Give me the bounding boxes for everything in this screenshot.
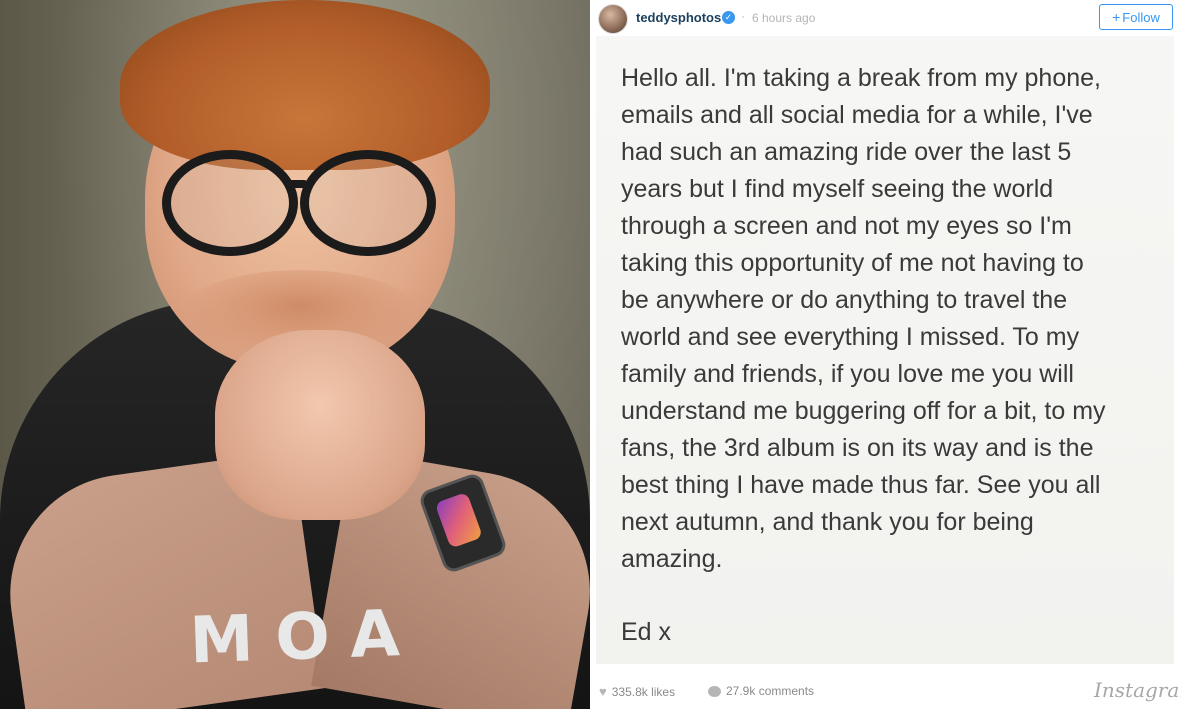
glasses-bridge	[286, 180, 308, 188]
post-footer: ♥ 335.8k likes 27.9k comments Instagram	[590, 670, 1181, 709]
glasses-left-lens	[162, 150, 298, 256]
comment-bubble-icon	[708, 685, 721, 697]
follow-button[interactable]: + Follow	[1099, 4, 1173, 30]
likes-label: 335.8k likes	[611, 684, 676, 699]
note-text: Hello all. I'm taking a break from my ph…	[621, 64, 1106, 573]
separator-dot: ·	[741, 9, 745, 23]
plus-icon: +	[1112, 9, 1121, 25]
verified-badge-icon: ✓	[722, 11, 735, 24]
instagram-post: teddysphotos ✓ · 6 hours ago + Follow He…	[590, 0, 1181, 709]
comments-count[interactable]: 27.9k comments	[708, 684, 814, 698]
avatar[interactable]	[598, 4, 628, 34]
heart-icon: ♥	[599, 684, 607, 699]
screenshot-root: MOA teddysphotos ✓ · 6 hours ago + Follo…	[0, 0, 1181, 709]
photo-hair	[120, 0, 490, 170]
username-link[interactable]: teddysphotos	[636, 10, 721, 25]
post-image-note: Hello all. I'm taking a break from my ph…	[596, 36, 1174, 664]
tshirt-print: MOA	[188, 596, 423, 679]
post-header: teddysphotos ✓ · 6 hours ago + Follow	[590, 0, 1181, 36]
note-signoff: Ed x	[621, 618, 672, 646]
post-timestamp[interactable]: 6 hours ago	[752, 11, 815, 25]
comments-label: 27.9k comments	[726, 684, 815, 698]
glasses-right-lens	[300, 150, 436, 256]
photo-clasped-hands	[215, 330, 425, 520]
instagram-logo[interactable]: Instagram	[1094, 678, 1181, 702]
portrait-photo: MOA	[0, 0, 590, 709]
follow-label: Follow	[1122, 9, 1160, 25]
likes-count[interactable]: ♥ 335.8k likes	[599, 684, 675, 699]
